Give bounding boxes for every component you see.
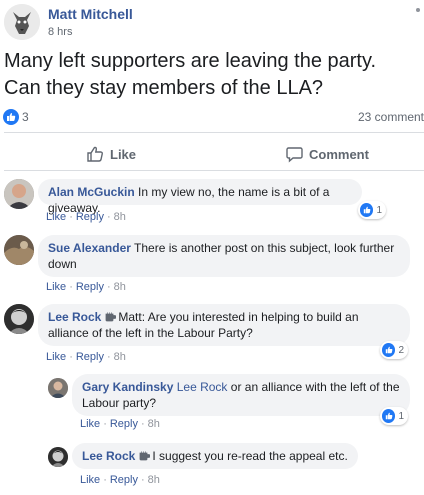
comment-actions: Like · Reply · 8h [46, 281, 126, 293]
post-comment-button[interactable]: Comment [286, 144, 369, 164]
comment-like-link[interactable]: Like [46, 281, 66, 293]
reply-text-line1: or an alliance with the left of the [230, 380, 400, 394]
post-text-line2: Can they stay members of the LLA? [4, 77, 324, 99]
comment-reply-link[interactable]: Reply [76, 351, 104, 363]
comment-text-line1: Matt: Are you interested in helping to b… [118, 310, 359, 324]
comment-bubble: Sue Alexander There is another post on t… [38, 235, 410, 277]
speech-bubble-icon [286, 146, 303, 163]
comment-time[interactable]: 8h [114, 281, 126, 293]
comment-like-link[interactable]: Like [46, 211, 66, 223]
comment-time[interactable]: 8h [114, 351, 126, 363]
comment-text-line2: down [48, 257, 77, 271]
comment-like-link[interactable]: Like [46, 351, 66, 363]
post-comment-label: Comment [309, 146, 369, 162]
comment-author[interactable]: Lee Rock [48, 310, 101, 324]
reaction-count: 1 [398, 410, 404, 422]
coffee-mug-icon [105, 312, 117, 322]
person-photo-icon [4, 235, 34, 265]
post-time[interactable]: 8 hrs [48, 26, 72, 38]
person-photo-icon [4, 304, 34, 334]
comment-reply-link[interactable]: Reply [76, 281, 104, 293]
like-reaction-icon [382, 409, 396, 423]
reaction-badge[interactable]: 1 [380, 407, 408, 425]
reply-author[interactable]: Lee Rock [82, 449, 135, 463]
reply-bubble: Lee Rock I suggest you re-read the appeal… [72, 443, 358, 469]
reply-bubble: Gary Kandinsky Lee Rock or an alliance w… [72, 374, 410, 416]
divider [4, 132, 424, 133]
comment-time[interactable]: 8h [114, 211, 126, 223]
avatar[interactable] [48, 447, 68, 467]
reaction-count: 2 [398, 344, 404, 356]
post-like-label: Like [110, 146, 137, 162]
post-menu-icon[interactable] [416, 8, 420, 12]
comment-author[interactable]: Alan McGuckin [48, 185, 135, 199]
reply-reply-link[interactable]: Reply [110, 418, 138, 430]
thumbs-up-outline-icon [87, 146, 103, 162]
comment-actions: Like · Reply · 8h [46, 211, 126, 223]
reply-mention[interactable]: Lee Rock [177, 380, 228, 394]
post-author-avatar[interactable] [4, 4, 40, 40]
like-reaction-icon [360, 203, 374, 217]
post-text-line1: Many left supporters are leaving the par… [4, 50, 377, 72]
comment-text-line2: alliance of the left in the Labour Party… [48, 326, 253, 340]
reply-text: I suggest you re-read the appeal etc. [152, 449, 348, 463]
avatar[interactable] [4, 235, 34, 265]
reply-actions: Like · Reply · 8h [80, 418, 160, 430]
post-author-name[interactable]: Matt Mitchell [48, 6, 133, 22]
reaction-badge[interactable]: 1 [358, 201, 386, 219]
post-like-button[interactable]: Like [86, 144, 136, 164]
post-like-reaction-icon[interactable] [3, 109, 19, 125]
reaction-badge[interactable]: 2 [380, 341, 408, 359]
comment-author[interactable]: Sue Alexander [48, 241, 131, 255]
dog-avatar-image [4, 4, 40, 40]
avatar[interactable] [4, 179, 34, 209]
avatar[interactable] [48, 378, 68, 398]
comment-reply-link[interactable]: Reply [76, 211, 104, 223]
thumbs-up-icon [7, 112, 16, 121]
like-reaction-icon [382, 343, 396, 357]
comment-bubble: Alan McGuckin In my view no, the name is… [38, 179, 362, 215]
comment-text-line1: There is another post on this subject, l… [134, 241, 395, 255]
divider [4, 170, 424, 171]
reply-like-link[interactable]: Like [80, 418, 100, 430]
reply-actions: Like · Reply · 8h [80, 474, 160, 486]
post-like-count[interactable]: 3 [22, 110, 29, 124]
person-photo-icon [48, 447, 68, 467]
reply-like-link[interactable]: Like [80, 474, 100, 486]
comment-actions: Like · Reply · 8h [46, 351, 126, 363]
person-photo-icon [4, 179, 34, 209]
avatar[interactable] [4, 304, 34, 334]
post-comment-count[interactable]: 23 comment [358, 110, 424, 124]
coffee-mug-icon [139, 451, 151, 461]
reply-time[interactable]: 8h [148, 418, 160, 430]
reply-text-line2: Labour party? [82, 396, 157, 410]
reply-reply-link[interactable]: Reply [110, 474, 138, 486]
person-photo-icon [48, 378, 68, 398]
comment-bubble: Lee Rock Matt: Are you interested in help… [38, 304, 410, 346]
reply-time[interactable]: 8h [148, 474, 160, 486]
reaction-count: 1 [376, 204, 382, 216]
reply-author[interactable]: Gary Kandinsky [82, 380, 173, 394]
